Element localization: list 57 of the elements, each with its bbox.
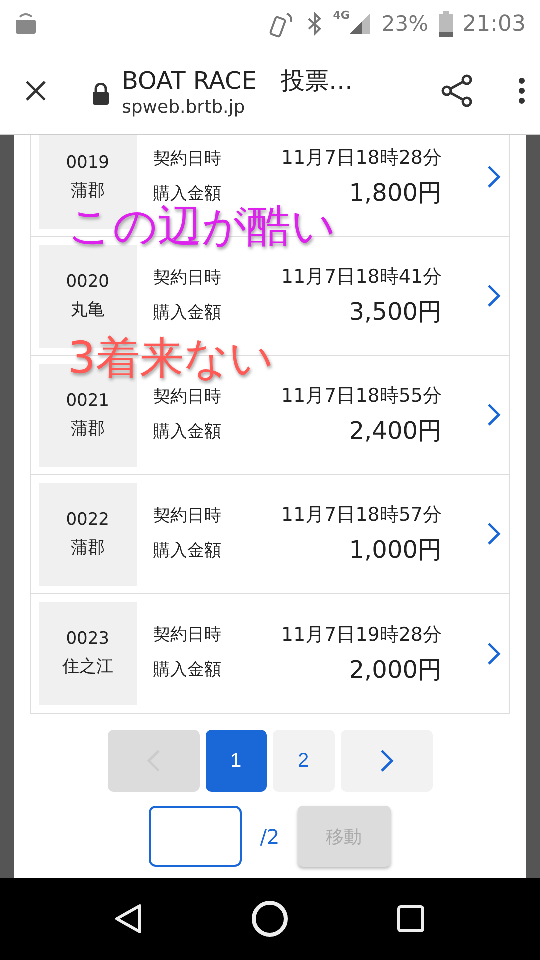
lock-icon: [92, 83, 110, 105]
page-total: /2: [260, 824, 280, 848]
date-label: 契約日時: [154, 148, 222, 170]
bet-number: 0022: [66, 510, 110, 530]
recents-icon[interactable]: [396, 904, 426, 934]
amount-label: 購入金額: [154, 182, 222, 204]
bet-number: 0020: [66, 272, 110, 292]
battery-percent: 23%: [382, 12, 429, 36]
date-label: 契約日時: [154, 504, 222, 526]
bluetooth-icon: [307, 12, 324, 36]
chevron-right-icon: [487, 642, 501, 666]
amount-label: 購入金額: [154, 659, 222, 681]
venue-name: 蒲郡: [70, 180, 105, 202]
contract-datetime: 11月7日18時41分: [280, 265, 442, 290]
page-button[interactable]: 2: [272, 730, 334, 792]
clock: 21:03: [462, 12, 526, 36]
purchase-amount: 1,800円: [348, 178, 442, 209]
amount-label: 購入金額: [154, 420, 222, 442]
handwritten-note: 3着来ない: [68, 337, 274, 381]
contract-datetime: 11月7日19時28分: [280, 622, 442, 648]
purchase-amount: 3,500円: [348, 297, 442, 328]
contract-datetime: 11月7日18時55分: [280, 384, 442, 409]
purchase-amount: 2,000円: [348, 654, 442, 686]
page-button[interactable]: 1: [206, 730, 266, 792]
battery-icon: [438, 11, 453, 37]
home-icon[interactable]: [250, 900, 289, 938]
signal-icon: [348, 12, 372, 36]
chevron-right-icon: [380, 749, 394, 773]
amount-label: 購入金額: [154, 302, 222, 324]
venue-name: 住之江: [62, 656, 114, 678]
chevron-right-icon: [487, 284, 501, 308]
share-icon[interactable]: [440, 74, 474, 108]
date-label: 契約日時: [154, 624, 222, 646]
chevron-right-icon: [487, 522, 501, 546]
bet-number: 0021: [66, 390, 110, 410]
venue-name: 丸亀: [70, 298, 105, 320]
network-type: 4G: [333, 9, 350, 22]
contract-datetime: 11月7日18時57分: [280, 503, 442, 528]
venue-name: 蒲郡: [70, 418, 105, 440]
page-number-field[interactable]: [149, 806, 242, 867]
handwritten-note: この辺が酷い: [68, 205, 336, 249]
bet-number: 0023: [66, 629, 110, 649]
back-icon[interactable]: [114, 903, 144, 935]
page-title: BOAT RACE 投票…: [122, 66, 354, 96]
close-icon[interactable]: [24, 79, 48, 103]
amount-label: 購入金額: [154, 540, 222, 562]
contract-datetime: 11月7日18時28分: [280, 146, 442, 171]
purchase-amount: 1,000円: [348, 535, 442, 566]
date-label: 契約日時: [154, 386, 222, 408]
bet-number: 0019: [66, 152, 110, 172]
date-label: 契約日時: [154, 266, 222, 288]
page-url: spweb.brtb.jp: [122, 96, 246, 118]
purchase-amount: 2,400円: [348, 416, 442, 447]
chevron-right-icon: [487, 403, 501, 427]
venue-name: 蒲郡: [70, 536, 105, 558]
more-icon[interactable]: [518, 77, 526, 105]
chevron-right-icon: [487, 165, 501, 189]
